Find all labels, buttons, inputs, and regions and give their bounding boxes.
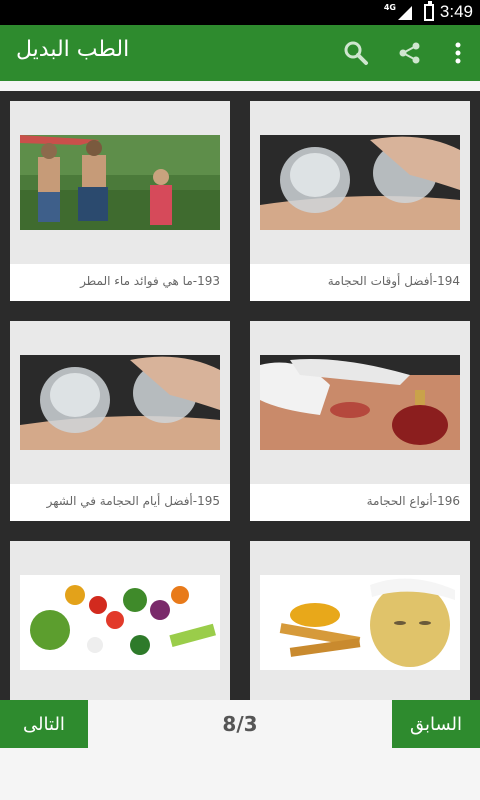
article-thumbnail [260,575,460,670]
battery-icon [424,1,434,21]
next-button[interactable]: التالى [0,700,88,748]
article-card[interactable]: 194-أفضل أوقات الحجامة [250,101,470,301]
article-card[interactable]: 193-ما هي فوائد ماء المطر [10,101,230,301]
status-bar: 4G 3:49 [0,0,480,25]
article-caption: 195-أفضل أيام الحجامة في الشهر [10,484,230,521]
article-caption: 196-أنواع الحجامة [250,484,470,521]
article-grid: 193-ما هي فوائد ماء المطر 194-أفضل أوقات… [0,91,480,700]
article-card[interactable]: 196-أنواع الحجامة [250,321,470,521]
article-card[interactable] [10,541,230,700]
article-caption: 194-أفضل أوقات الحجامة [250,264,470,301]
more-vert-icon[interactable] [442,37,474,69]
page-indicator: 8/3 [222,712,258,736]
previous-button[interactable]: السابق [392,700,480,748]
share-icon[interactable] [394,37,426,69]
article-thumbnail [260,135,460,230]
app-bar: الطب البديل [0,25,480,81]
article-card[interactable]: 195-أفضل أيام الحجامة في الشهر [10,321,230,521]
pagination-bar: التالى 8/3 السابق [0,700,480,800]
article-thumbnail [20,135,220,230]
article-thumbnail [20,355,220,450]
status-time: 3:49 [439,2,473,21]
article-thumbnail [260,355,460,450]
search-icon[interactable] [340,37,372,69]
article-thumbnail [20,575,220,670]
signal-icon [398,6,412,20]
article-card[interactable] [250,541,470,700]
network-type: 4G [383,3,396,12]
article-caption: 193-ما هي فوائد ماء المطر [10,264,230,301]
app-title: الطب البديل [16,37,130,62]
